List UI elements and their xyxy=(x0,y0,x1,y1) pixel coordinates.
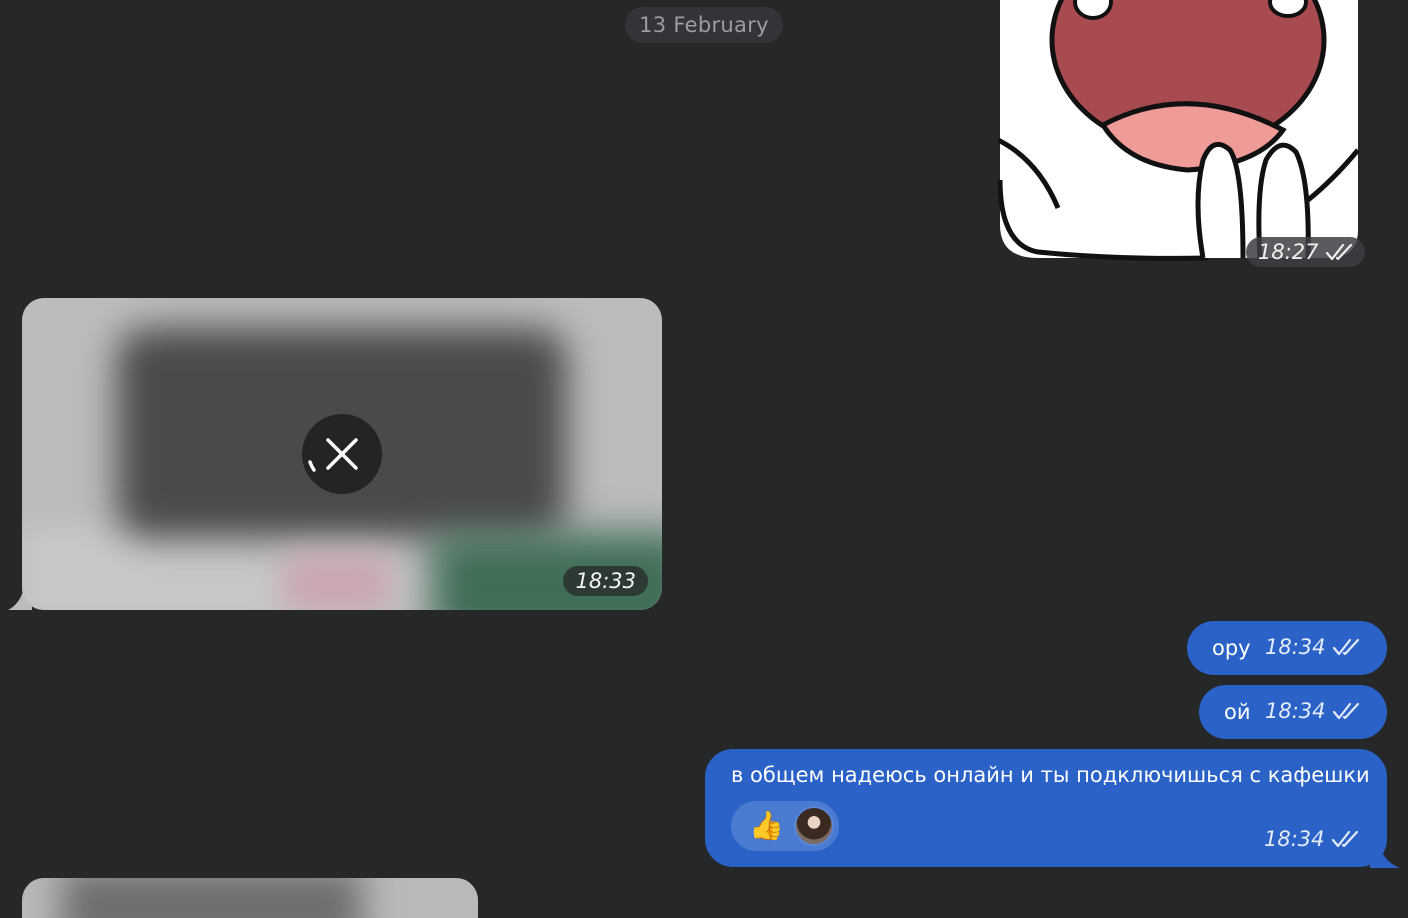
message-meta: 18:34 xyxy=(1265,699,1362,723)
cancel-download-button[interactable] xyxy=(302,414,382,494)
message-time-chip: 18:27 xyxy=(1246,237,1365,267)
message-time: 18:34 xyxy=(1265,699,1326,723)
message-time: 18:34 xyxy=(1265,635,1326,659)
message-time: 18:33 xyxy=(563,566,648,596)
message-time: 18:27 xyxy=(1258,240,1319,264)
double-check-icon xyxy=(1325,242,1355,262)
incoming-media-message[interactable]: 18:33 xyxy=(22,298,662,610)
date-separator: 13 February xyxy=(625,7,783,43)
message-meta: 18:34 xyxy=(1264,827,1361,851)
message-time: 18:34 xyxy=(1264,827,1325,851)
double-check-icon xyxy=(1331,829,1361,849)
thumbs-up-icon: 👍 xyxy=(749,809,784,842)
outgoing-message[interactable]: ой 18:34 xyxy=(1199,685,1387,739)
chat-view: 13 February 18:27 18:33 ору 18:34 ой 18:… xyxy=(0,0,1408,918)
message-text: ой xyxy=(1224,700,1251,724)
reaction-chip[interactable]: 👍 xyxy=(731,801,839,851)
message-text: в общем надеюсь онлайн и ты подключишься… xyxy=(731,763,1370,787)
avatar xyxy=(793,806,834,846)
sticker-message[interactable]: 18:27 xyxy=(998,0,1365,267)
message-text: ору xyxy=(1212,636,1251,660)
outgoing-message[interactable]: в общем надеюсь онлайн и ты подключишься… xyxy=(705,749,1387,867)
double-check-icon xyxy=(1332,637,1362,657)
screaming-sticker-image xyxy=(998,0,1360,261)
double-check-icon xyxy=(1332,701,1362,721)
outgoing-message[interactable]: ору 18:34 xyxy=(1187,621,1387,675)
close-icon xyxy=(308,438,358,472)
incoming-media-message[interactable] xyxy=(22,878,478,918)
message-meta: 18:34 xyxy=(1265,635,1362,659)
